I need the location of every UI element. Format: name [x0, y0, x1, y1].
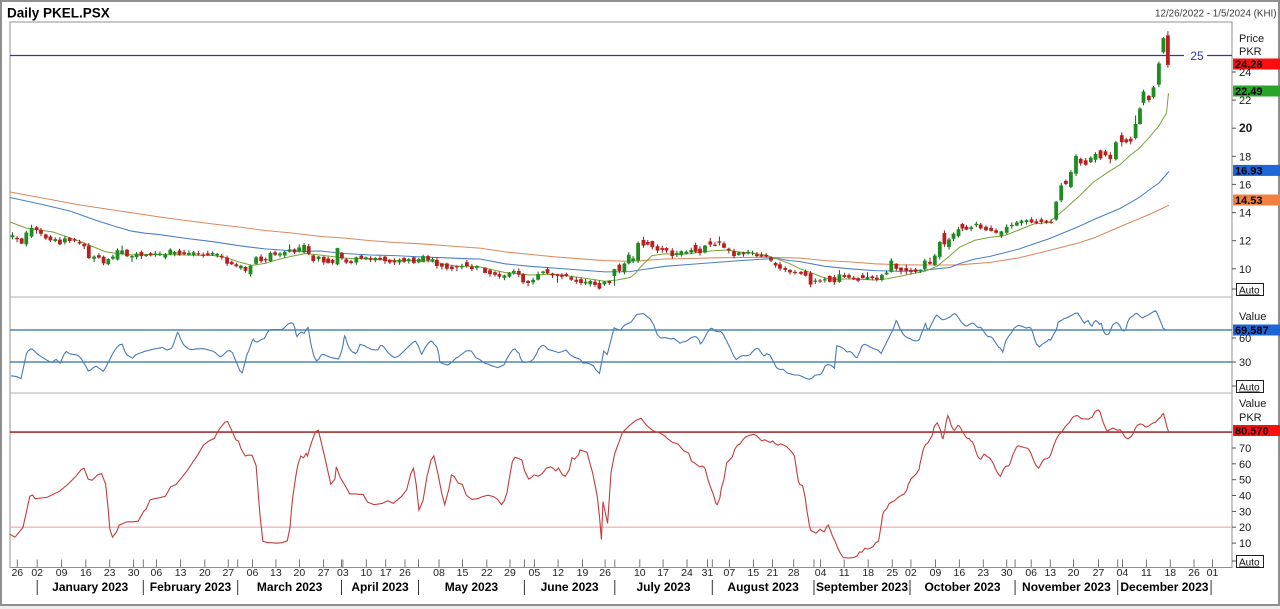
svg-text:22: 22	[1239, 95, 1251, 107]
svg-text:60: 60	[1239, 459, 1251, 471]
svg-text:July 2023: July 2023	[636, 580, 690, 594]
svg-text:December 2023: December 2023	[1120, 580, 1208, 594]
svg-text:October 2023: October 2023	[924, 580, 1000, 594]
svg-text:28: 28	[788, 567, 800, 579]
svg-text:13: 13	[175, 567, 187, 579]
svg-text:March 2023: March 2023	[257, 580, 323, 594]
svg-text:16: 16	[954, 567, 966, 579]
svg-text:26: 26	[599, 567, 611, 579]
svg-text:April 2023: April 2023	[351, 580, 409, 594]
svg-text:17: 17	[380, 567, 392, 579]
svg-text:15: 15	[457, 567, 469, 579]
svg-text:August 2023: August 2023	[727, 580, 799, 594]
svg-text:01: 01	[1207, 567, 1219, 579]
svg-text:04: 04	[815, 567, 827, 579]
svg-text:27: 27	[1093, 567, 1105, 579]
svg-text:PKR: PKR	[1239, 46, 1262, 58]
svg-text:07: 07	[724, 567, 736, 579]
svg-text:12/26/2022 - 1/5/2024 (KHI): 12/26/2022 - 1/5/2024 (KHI)	[1155, 9, 1276, 20]
svg-text:50: 50	[1239, 475, 1251, 487]
svg-text:13: 13	[270, 567, 282, 579]
svg-text:18: 18	[1239, 151, 1251, 163]
svg-text:80.570: 80.570	[1235, 426, 1269, 438]
svg-text:26: 26	[1188, 567, 1200, 579]
svg-text:23: 23	[104, 567, 116, 579]
svg-text:January 2023: January 2023	[52, 580, 128, 594]
svg-text:15: 15	[748, 567, 760, 579]
svg-text:12: 12	[552, 567, 564, 579]
svg-text:14.53: 14.53	[1235, 195, 1263, 207]
svg-text:13: 13	[1044, 567, 1056, 579]
svg-text:Value: Value	[1239, 311, 1266, 323]
svg-text:18: 18	[1164, 567, 1176, 579]
svg-text:12: 12	[1239, 236, 1251, 248]
svg-text:20: 20	[1239, 121, 1253, 135]
svg-text:18: 18	[862, 567, 874, 579]
svg-text:16.93: 16.93	[1235, 165, 1263, 177]
svg-text:11: 11	[839, 567, 850, 579]
svg-text:25: 25	[1190, 49, 1204, 63]
svg-text:10: 10	[360, 567, 372, 579]
svg-text:30: 30	[1001, 567, 1013, 579]
svg-text:10: 10	[1239, 264, 1251, 276]
svg-text:05: 05	[529, 567, 541, 579]
svg-text:09: 09	[56, 567, 68, 579]
svg-text:29: 29	[504, 567, 516, 579]
svg-text:03: 03	[337, 567, 349, 579]
svg-text:PKR: PKR	[1239, 412, 1262, 424]
svg-text:23: 23	[977, 567, 989, 579]
svg-text:08: 08	[433, 567, 445, 579]
svg-text:24: 24	[1239, 67, 1251, 79]
svg-text:Auto: Auto	[1239, 558, 1260, 569]
svg-text:20: 20	[1239, 522, 1251, 534]
svg-text:September 2023: September 2023	[816, 580, 908, 594]
svg-text:20: 20	[294, 567, 306, 579]
svg-text:19: 19	[577, 567, 589, 579]
svg-text:17: 17	[657, 567, 669, 579]
svg-text:Auto: Auto	[1239, 286, 1260, 297]
svg-text:20: 20	[1068, 567, 1080, 579]
svg-text:02: 02	[905, 567, 917, 579]
svg-text:06: 06	[247, 567, 259, 579]
svg-text:30: 30	[1239, 357, 1251, 369]
svg-text:Value: Value	[1239, 398, 1266, 410]
svg-text:06: 06	[1025, 567, 1037, 579]
svg-text:60: 60	[1239, 333, 1251, 345]
svg-text:31: 31	[702, 567, 714, 579]
svg-text:11: 11	[1141, 567, 1152, 579]
svg-text:30: 30	[128, 567, 140, 579]
svg-text:26: 26	[399, 567, 411, 579]
svg-text:20: 20	[199, 567, 211, 579]
svg-text:June 2023: June 2023	[541, 580, 599, 594]
svg-text:November 2023: November 2023	[1022, 580, 1111, 594]
svg-text:02: 02	[31, 567, 43, 579]
svg-text:24: 24	[681, 567, 693, 579]
svg-text:70: 70	[1239, 443, 1251, 455]
svg-text:06: 06	[151, 567, 163, 579]
svg-text:Auto: Auto	[1239, 383, 1260, 394]
svg-text:04: 04	[1117, 567, 1129, 579]
svg-text:25: 25	[886, 567, 898, 579]
svg-text:16: 16	[1239, 179, 1251, 191]
svg-text:Price: Price	[1239, 33, 1264, 45]
svg-text:21: 21	[767, 567, 779, 579]
svg-text:26: 26	[11, 567, 23, 579]
svg-text:May 2023: May 2023	[445, 580, 499, 594]
svg-text:09: 09	[930, 567, 942, 579]
svg-text:27: 27	[222, 567, 234, 579]
svg-text:10: 10	[634, 567, 646, 579]
svg-text:22: 22	[481, 567, 493, 579]
svg-text:40: 40	[1239, 491, 1251, 503]
svg-text:February 2023: February 2023	[150, 580, 232, 594]
svg-text:27: 27	[318, 567, 330, 579]
svg-text:30: 30	[1239, 506, 1251, 518]
svg-text:Daily PKEL.PSX: Daily PKEL.PSX	[7, 6, 110, 21]
svg-text:10: 10	[1239, 538, 1251, 550]
svg-text:16: 16	[80, 567, 92, 579]
svg-text:14: 14	[1239, 208, 1251, 220]
